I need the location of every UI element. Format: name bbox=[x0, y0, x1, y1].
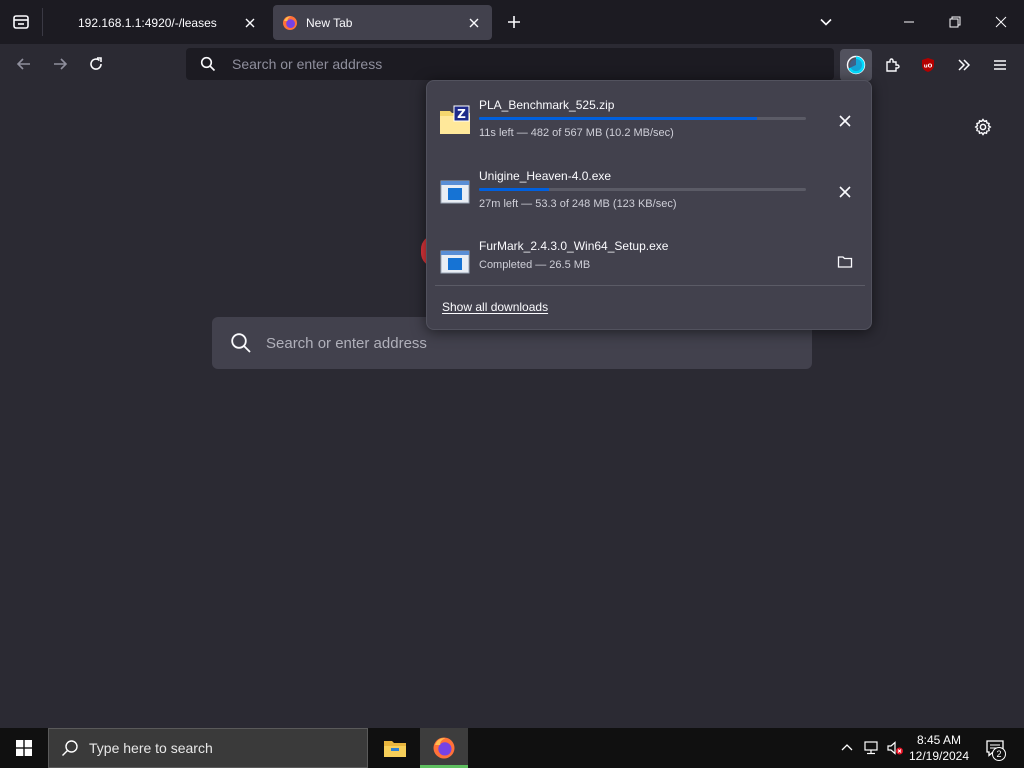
minimize-button[interactable] bbox=[886, 0, 932, 44]
app-menu-button[interactable] bbox=[984, 49, 1016, 81]
taskbar-search-box[interactable]: Type here to search bbox=[48, 728, 368, 768]
taskbar-clock[interactable]: 8:45 AM 12/19/2024 bbox=[906, 732, 972, 764]
firefox-icon bbox=[283, 15, 297, 30]
chevron-down-icon bbox=[820, 18, 832, 26]
customize-new-tab-button[interactable] bbox=[970, 114, 996, 140]
download-filename: FurMark_2.4.3.0_Win64_Setup.exe bbox=[479, 239, 669, 253]
download-item[interactable]: Unigine_Heaven-4.0.exe 27m left — 53.3 o… bbox=[427, 158, 871, 224]
arrow-left-icon bbox=[16, 58, 30, 70]
firefox-taskbar-button[interactable] bbox=[420, 728, 468, 768]
restore-icon bbox=[949, 16, 961, 28]
cancel-download-button[interactable] bbox=[829, 105, 861, 137]
close-icon bbox=[469, 18, 479, 27]
plus-icon bbox=[508, 16, 520, 28]
tab-strip: 192.168.1.1:4920/-/leases New Tab bbox=[0, 0, 1024, 44]
tab-close-button[interactable] bbox=[236, 9, 264, 37]
navigation-toolbar: Search or enter address uO bbox=[0, 44, 1024, 85]
download-filename: PLA_Benchmark_525.zip bbox=[479, 98, 615, 112]
firefox-view-icon bbox=[13, 15, 29, 29]
tab-title: New Tab bbox=[306, 15, 353, 30]
close-icon bbox=[995, 16, 1007, 28]
firefox-view-button[interactable] bbox=[0, 0, 42, 44]
extensions-button[interactable] bbox=[876, 49, 908, 81]
page-search-input[interactable]: Search or enter address bbox=[266, 335, 427, 352]
forward-button[interactable] bbox=[45, 49, 75, 79]
chevron-up-icon bbox=[841, 744, 853, 751]
tab-new-tab[interactable]: New Tab bbox=[273, 5, 492, 40]
file-explorer-icon bbox=[384, 741, 406, 757]
back-button[interactable] bbox=[9, 49, 39, 79]
file-explorer-taskbar-button[interactable] bbox=[371, 728, 419, 768]
search-icon bbox=[62, 740, 78, 756]
arrow-right-icon bbox=[54, 58, 68, 70]
tab-leases[interactable]: 192.168.1.1:4920/-/leases bbox=[52, 5, 268, 40]
window-close-button[interactable] bbox=[978, 0, 1024, 44]
close-icon bbox=[839, 115, 851, 127]
download-progress-fill bbox=[479, 188, 550, 191]
action-center-button[interactable]: 2 bbox=[978, 728, 1012, 768]
windows-taskbar: Type here to search 8:45 AM 12/19/2024 2 bbox=[0, 728, 1024, 768]
exe-file-icon bbox=[440, 250, 470, 274]
search-icon bbox=[200, 56, 216, 72]
folder-icon bbox=[837, 256, 853, 268]
svg-text:uO: uO bbox=[924, 64, 933, 70]
ublock-origin-button[interactable]: uO bbox=[912, 49, 944, 81]
close-icon bbox=[839, 186, 851, 198]
windows-logo-icon bbox=[16, 740, 32, 756]
zip-file-icon: Z bbox=[440, 105, 470, 134]
search-icon bbox=[231, 333, 251, 353]
address-input[interactable]: Search or enter address bbox=[232, 56, 382, 72]
new-tab-button[interactable] bbox=[500, 8, 528, 36]
cancel-download-button[interactable] bbox=[829, 176, 861, 208]
downloads-panel: Z PLA_Benchmark_525.zip 11s left — 482 o… bbox=[426, 80, 872, 330]
gear-icon bbox=[974, 118, 992, 136]
restore-button[interactable] bbox=[932, 0, 978, 44]
tab-title: 192.168.1.1:4920/-/leases bbox=[78, 15, 217, 30]
double-chevron-right-icon bbox=[958, 59, 971, 71]
download-item[interactable]: Z PLA_Benchmark_525.zip 11s left — 482 o… bbox=[427, 87, 871, 153]
more-tools-button[interactable] bbox=[948, 49, 980, 81]
show-hidden-icons-button[interactable] bbox=[836, 728, 858, 768]
download-progress-bar bbox=[479, 117, 806, 120]
download-progress-icon bbox=[846, 55, 866, 75]
close-icon bbox=[245, 18, 255, 27]
firefox-icon bbox=[433, 737, 455, 759]
svg-text:Z: Z bbox=[457, 107, 466, 121]
volume-button[interactable] bbox=[884, 728, 906, 768]
tab-close-button[interactable] bbox=[460, 9, 488, 37]
clock-date: 12/19/2024 bbox=[908, 749, 970, 763]
start-button[interactable] bbox=[0, 728, 48, 768]
exe-file-icon bbox=[440, 180, 470, 204]
tab-separator bbox=[42, 8, 43, 36]
download-filename: Unigine_Heaven-4.0.exe bbox=[479, 169, 612, 183]
address-bar[interactable]: Search or enter address bbox=[186, 48, 834, 80]
taskbar-search-input[interactable]: Type here to search bbox=[89, 740, 213, 756]
panel-divider bbox=[435, 285, 865, 286]
show-all-downloads-button[interactable]: Show all downloads bbox=[442, 300, 548, 314]
hamburger-menu-icon bbox=[994, 60, 1006, 70]
download-progress-bar bbox=[479, 188, 806, 191]
network-button[interactable] bbox=[860, 728, 882, 768]
notification-badge: 2 bbox=[992, 747, 1006, 761]
clock-time: 8:45 AM bbox=[916, 733, 962, 747]
downloads-button[interactable] bbox=[840, 49, 872, 81]
list-all-tabs-button[interactable] bbox=[812, 8, 840, 36]
minimize-icon bbox=[904, 21, 914, 23]
show-in-folder-button[interactable] bbox=[829, 246, 861, 278]
download-status: Completed — 26.5 MB bbox=[479, 259, 591, 271]
reload-icon bbox=[90, 57, 102, 70]
reload-button[interactable] bbox=[81, 49, 111, 79]
download-status: 27m left — 53.3 of 248 MB (123 KB/sec) bbox=[479, 198, 677, 210]
network-icon bbox=[864, 741, 878, 755]
volume-muted-icon bbox=[887, 741, 903, 755]
ublock-shield-icon: uO bbox=[922, 58, 934, 72]
download-status: 11s left — 482 of 567 MB (10.2 MB/sec) bbox=[479, 127, 674, 139]
download-progress-fill bbox=[479, 117, 757, 120]
puzzle-icon bbox=[886, 58, 900, 72]
